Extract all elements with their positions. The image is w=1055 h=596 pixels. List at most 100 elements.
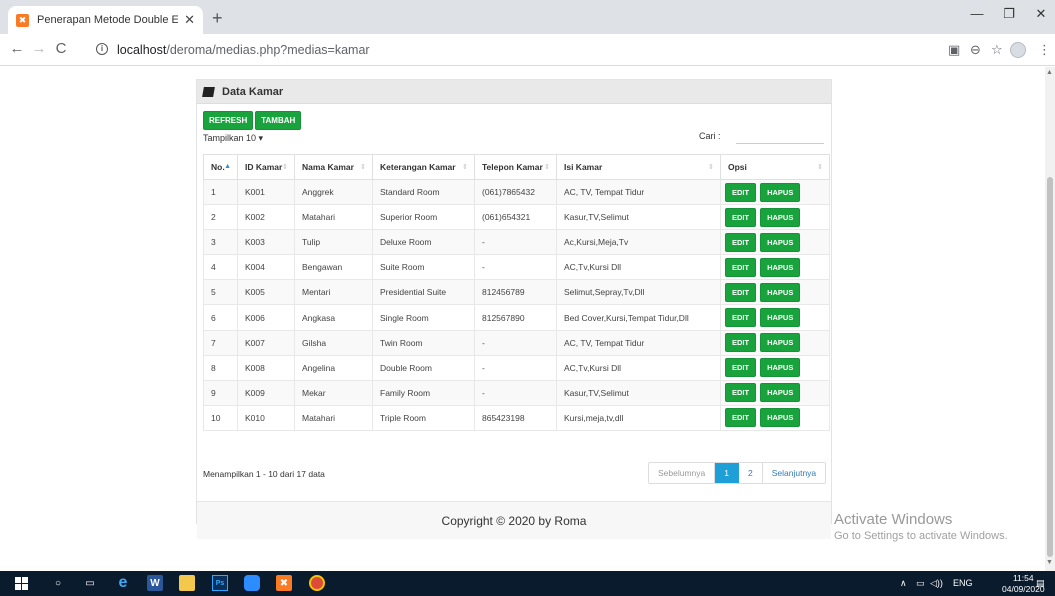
info-icon[interactable]: i (96, 43, 108, 55)
back-icon[interactable]: ← (8, 41, 26, 57)
tray-chevron-icon[interactable]: ∧ (900, 578, 907, 589)
search-input[interactable] (736, 130, 824, 144)
edit-button[interactable]: EDIT (725, 308, 757, 328)
page-1-button[interactable]: 1 (715, 463, 739, 483)
restore-icon[interactable]: ❐ (994, 6, 1024, 22)
scroll-thumb[interactable] (1047, 177, 1053, 557)
edit-button[interactable]: EDIT (725, 257, 757, 277)
delete-button[interactable]: HAPUS (760, 182, 801, 202)
close-window-icon[interactable]: ✕ (1026, 6, 1055, 22)
sort-icon: ⇕ (544, 164, 550, 171)
notification-icon[interactable]: ▤ (1036, 578, 1045, 589)
cell-nama: Anggrek (294, 178, 373, 206)
page-scrollbar[interactable]: ▲ ▼ (1045, 67, 1055, 571)
edge-icon[interactable]: e (115, 574, 131, 591)
battery-icon[interactable]: ▭ (916, 578, 925, 589)
cell-nama: Tulip (294, 229, 373, 256)
page-2-button[interactable]: 2 (739, 463, 763, 483)
cell-ket: Superior Room (372, 204, 475, 231)
edit-button[interactable]: EDIT (725, 408, 757, 428)
volume-icon[interactable]: ◁)) (930, 578, 943, 589)
cell-no: 8 (203, 354, 238, 381)
cell-opsi: EDIT HAPUS (720, 178, 830, 206)
edit-button[interactable]: EDIT (725, 333, 757, 353)
sort-icon: ⇕ (282, 164, 288, 171)
xampp-taskbar-icon[interactable]: ✖ (276, 575, 292, 591)
edit-button[interactable]: EDIT (725, 232, 757, 252)
cell-id: K001 (237, 178, 295, 206)
delete-button[interactable]: HAPUS (760, 232, 801, 252)
cell-ket: Standard Room (372, 178, 475, 206)
table-header-row: No. ▲ ID Kamar ⇕ Nama Kamar ⇕ Keterangan Ka… (203, 154, 830, 180)
cell-no: 7 (203, 329, 238, 356)
profile-avatar[interactable] (1010, 42, 1026, 58)
refresh-button[interactable]: REFRESH (203, 111, 254, 130)
cell-telp: 812567890 (474, 304, 557, 331)
scroll-up-icon[interactable]: ▲ (1046, 69, 1053, 76)
search-icon[interactable]: ○ (50, 575, 66, 591)
next-page-button[interactable]: Selanjutnya (762, 463, 826, 483)
col-isi[interactable]: Isi Kamar ⇕ (556, 154, 721, 180)
minimize-icon[interactable]: — (962, 6, 992, 21)
delete-button[interactable]: HAPUS (760, 408, 801, 428)
cell-nama: Gilsha (294, 329, 373, 356)
delete-button[interactable]: HAPUS (760, 358, 801, 378)
delete-button[interactable]: HAPUS (760, 207, 801, 227)
task-view-icon[interactable]: ▭ (82, 575, 98, 591)
cell-isi: Kursi,meja,tv,dll (556, 404, 721, 431)
chrome-icon[interactable] (309, 575, 325, 591)
search-label: Cari : (699, 131, 721, 141)
windows-taskbar: ○ ▭ e W Ps ✖ ∧ ▭ ◁)) ENG 11:54 04/09/202… (0, 571, 1055, 596)
cell-no: 4 (203, 254, 238, 281)
forward-icon[interactable]: → (30, 41, 48, 57)
cell-ket: Triple Room (372, 404, 475, 431)
col-opsi[interactable]: Opsi ⇕ (720, 154, 830, 180)
col-nama[interactable]: Nama Kamar ⇕ (294, 154, 373, 180)
prev-page-button[interactable]: Sebelumnya (649, 463, 716, 483)
cell-id: K002 (237, 204, 295, 231)
cell-id: K006 (237, 304, 295, 331)
delete-button[interactable]: HAPUS (760, 333, 801, 353)
edit-button[interactable]: EDIT (725, 358, 757, 378)
edit-button[interactable]: EDIT (725, 207, 757, 227)
edit-button[interactable]: EDIT (725, 282, 757, 302)
word-icon[interactable]: W (147, 575, 163, 591)
menu-icon[interactable]: ⋮ (1038, 42, 1051, 58)
cell-telp: 865423198 (474, 404, 557, 431)
language-indicator[interactable]: ENG (953, 578, 973, 588)
cell-telp: - (474, 229, 557, 256)
col-id[interactable]: ID Kamar ⇕ (237, 154, 295, 180)
cell-opsi: EDIT HAPUS (720, 379, 830, 406)
windows-start-icon[interactable] (13, 575, 29, 591)
reload-icon[interactable]: C (52, 41, 70, 57)
cell-id: K005 (237, 279, 295, 306)
close-tab-icon[interactable]: ✕ (184, 12, 195, 28)
sort-icon: ⇕ (708, 164, 714, 171)
address-bar[interactable]: localhost/deroma/medias.php?medias=kamar (117, 43, 370, 57)
delete-button[interactable]: HAPUS (760, 257, 801, 277)
new-tab-icon[interactable]: + (212, 9, 223, 27)
edit-button[interactable]: EDIT (725, 383, 757, 403)
scroll-down-icon[interactable]: ▼ (1046, 559, 1053, 566)
page-length-select[interactable]: Tampilkan 10 ▾ (203, 133, 263, 144)
cell-isi: Bed Cover,Kursi,Tempat Tidur,Dll (556, 304, 721, 331)
cell-opsi: EDIT HAPUS (720, 279, 830, 306)
delete-button[interactable]: HAPUS (760, 383, 801, 403)
browser-tab[interactable]: ✖ Penerapan Metode Double Expo ✕ (8, 6, 203, 34)
zoom-app-icon[interactable] (244, 575, 260, 591)
table-row: 3 K003 Tulip Deluxe Room - Ac,Kursi,Meja,Tv ED… (203, 229, 830, 256)
edit-button[interactable]: EDIT (725, 182, 757, 202)
add-button[interactable]: TAMBAH (255, 111, 302, 130)
delete-button[interactable]: HAPUS (760, 282, 801, 302)
translate-icon[interactable]: ▣ (948, 42, 960, 58)
photoshop-icon[interactable]: Ps (212, 575, 228, 591)
delete-button[interactable]: HAPUS (760, 308, 801, 328)
zoom-icon[interactable]: ⊖ (970, 42, 981, 58)
bookmark-star-icon[interactable]: ☆ (991, 42, 1003, 58)
col-keterangan[interactable]: Keterangan Kamar ⇕ (372, 154, 475, 180)
col-telepon[interactable]: Telepon Kamar ⇕ (474, 154, 557, 180)
cell-id: K009 (237, 379, 295, 406)
tab-title: Penerapan Metode Double Expo (37, 14, 179, 26)
file-explorer-icon[interactable] (179, 575, 195, 591)
col-no[interactable]: No. ▲ (203, 154, 238, 180)
